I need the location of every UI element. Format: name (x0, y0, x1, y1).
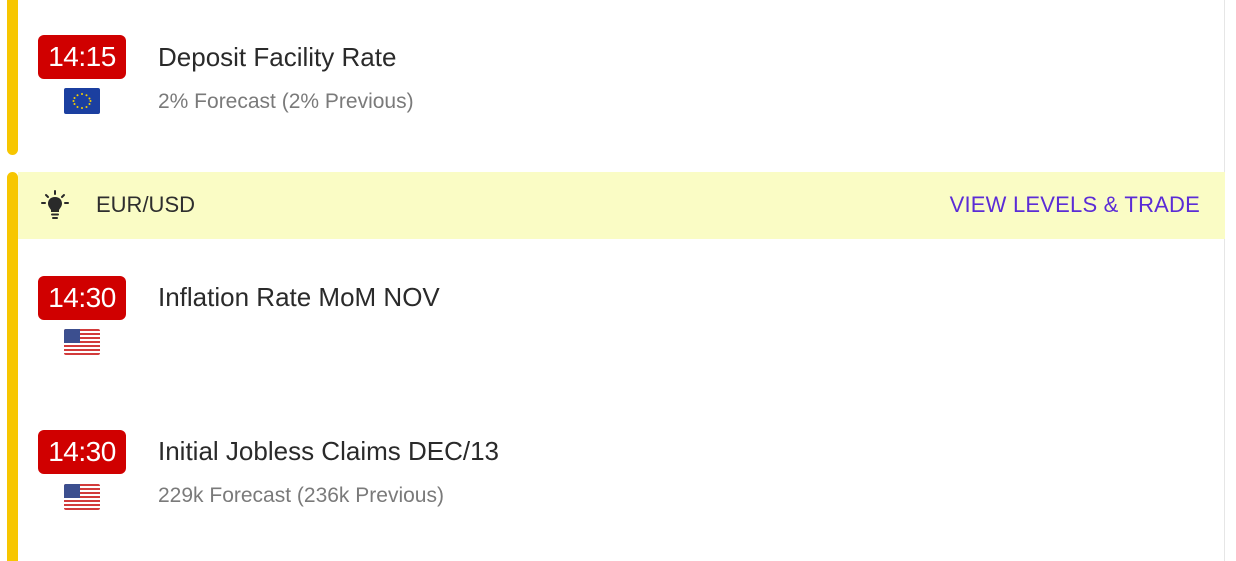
event-row-inflation-rate-mom[interactable]: 14:30 Inflation Rate MoM NOV (7, 239, 1207, 393)
economic-calendar: 14:15 Deposit Facility Rate 2% Forecast … (0, 0, 1236, 561)
lightbulb-icon (40, 190, 70, 222)
us-flag-icon (64, 329, 100, 355)
view-levels-trade-link[interactable]: VIEW LEVELS & TRADE (950, 192, 1200, 218)
event-group-usd: EUR/USD VIEW LEVELS & TRADE 14:30 Inflat… (7, 172, 1225, 561)
event-row-initial-jobless-claims[interactable]: 14:30 Initial Jobless Claims DEC/13 229k… (7, 393, 1207, 561)
eu-flag-icon (64, 88, 100, 114)
currency-pair: EUR/USD (96, 192, 196, 217)
event-row-deposit-facility-rate[interactable]: 14:15 Deposit Facility Rate 2% Forecast … (7, 0, 1207, 155)
time-badge: 14:30 (38, 276, 126, 320)
time-badge: 14:15 (38, 35, 126, 79)
event-title: Deposit Facility Rate (158, 42, 397, 72)
us-flag-icon (64, 484, 100, 510)
event-title: Inflation Rate MoM NOV (158, 282, 440, 312)
time-badge: 14:30 (38, 430, 126, 474)
event-group-eur: 14:15 Deposit Facility Rate 2% Forecast … (7, 0, 1225, 155)
event-forecast: 229k Forecast (236k Previous) (158, 484, 444, 507)
event-forecast: 2% Forecast (2% Previous) (158, 90, 414, 113)
trade-idea-bar: EUR/USD VIEW LEVELS & TRADE (18, 172, 1225, 239)
event-title: Initial Jobless Claims DEC/13 (158, 436, 500, 466)
